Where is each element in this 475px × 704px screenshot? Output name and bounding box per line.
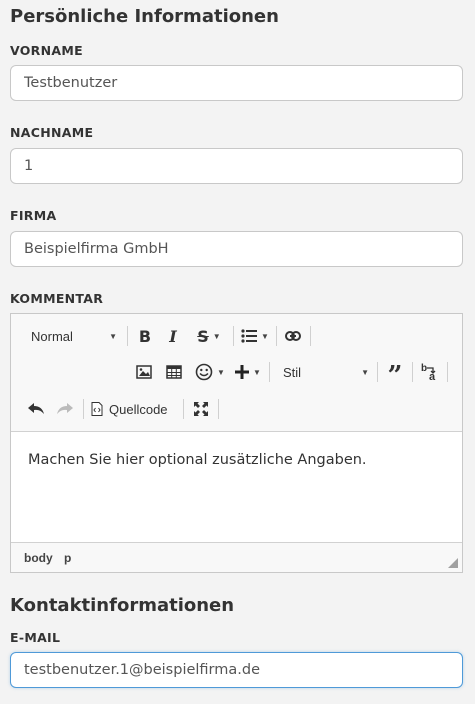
chevron-down-icon: ▼ xyxy=(212,331,221,341)
toolbar-divider xyxy=(447,362,448,382)
element-path-body[interactable]: body xyxy=(24,551,53,565)
editor-content-area[interactable]: Machen Sie hier optional zusätzliche Ang… xyxy=(11,431,462,543)
bold-icon: B xyxy=(138,326,152,346)
style-select-value: Stil xyxy=(283,364,302,380)
plus-icon xyxy=(235,365,250,379)
section-title-personal: Persönliche Informationen xyxy=(10,6,279,27)
format-select[interactable]: Normal ▼ xyxy=(31,326,117,346)
source-code-button[interactable]: Quellcode xyxy=(91,397,177,421)
email-label: E-MAIL xyxy=(10,630,61,645)
source-code-label: Quellcode xyxy=(109,401,168,417)
redo-button[interactable] xyxy=(53,397,77,421)
toolbar-divider xyxy=(83,399,84,419)
chevron-down-icon: ▼ xyxy=(109,331,117,341)
svg-text:b: b xyxy=(421,363,427,374)
editor-statusbar: body p xyxy=(11,543,462,572)
toolbar-divider xyxy=(127,326,128,346)
editor-content-text: Machen Sie hier optional zusätzliche Ang… xyxy=(28,452,367,468)
source-code-icon xyxy=(91,402,103,416)
maximize-button[interactable] xyxy=(189,397,213,421)
quote-icon: ” xyxy=(387,363,403,381)
toolbar-divider xyxy=(377,362,378,382)
lastname-input[interactable] xyxy=(10,148,463,184)
smiley-icon xyxy=(195,363,213,381)
firstname-label: VORNAME xyxy=(10,43,83,58)
link-icon xyxy=(285,331,301,341)
style-select[interactable]: Stil ▼ xyxy=(283,362,369,382)
table-button[interactable] xyxy=(162,360,186,384)
toolbar-divider xyxy=(218,399,219,419)
editor-toolbar: Normal ▼ B I S ▼ ▼ ▼ ▼ Stil ▼ ” b a Quel… xyxy=(11,314,462,431)
toolbar-divider xyxy=(310,326,311,346)
comment-label: KOMMENTAR xyxy=(10,291,104,306)
blockquote-button[interactable]: ” xyxy=(383,360,407,384)
strikethrough-icon: S xyxy=(197,326,209,346)
section-title-contact: Kontaktinformationen xyxy=(10,595,235,616)
insert-button[interactable]: ▼ xyxy=(232,360,264,384)
undo-icon xyxy=(27,402,45,416)
redo-icon xyxy=(56,402,74,416)
company-label: FIRMA xyxy=(10,208,57,223)
text-direction-button[interactable]: ba xyxy=(417,360,443,384)
comment-editor: Normal ▼ B I S ▼ ▼ ▼ ▼ Stil ▼ ” b a Quel… xyxy=(10,313,463,573)
italic-button[interactable]: I xyxy=(161,324,185,348)
company-input[interactable] xyxy=(10,231,463,267)
image-button[interactable] xyxy=(132,360,156,384)
element-path-p[interactable]: p xyxy=(64,551,71,565)
toolbar-divider xyxy=(276,326,277,346)
email-input[interactable] xyxy=(10,652,463,688)
italic-icon: I xyxy=(169,326,177,346)
toolbar-divider xyxy=(183,399,184,419)
chevron-down-icon: ▼ xyxy=(217,367,225,377)
toolbar-divider xyxy=(412,362,413,382)
toolbar-divider xyxy=(269,362,270,382)
chevron-down-icon: ▼ xyxy=(253,367,261,377)
strikethrough-button[interactable]: S ▼ xyxy=(191,324,227,348)
undo-button[interactable] xyxy=(24,397,48,421)
bold-button[interactable]: B xyxy=(133,324,157,348)
emoji-button[interactable]: ▼ xyxy=(192,360,228,384)
format-select-value: Normal xyxy=(31,328,73,344)
chevron-down-icon: ▼ xyxy=(261,331,269,341)
toolbar-divider xyxy=(233,326,234,346)
firstname-input[interactable] xyxy=(10,65,463,101)
table-icon xyxy=(166,365,182,379)
image-icon xyxy=(136,365,152,379)
resize-handle-icon[interactable] xyxy=(448,558,458,568)
chevron-down-icon: ▼ xyxy=(361,367,369,377)
list-button[interactable]: ▼ xyxy=(239,324,271,348)
text-direction-icon: ba xyxy=(420,362,440,382)
lastname-label: NACHNAME xyxy=(10,125,94,140)
link-button[interactable] xyxy=(281,324,305,348)
maximize-icon xyxy=(193,401,209,417)
bullet-list-icon xyxy=(241,329,258,343)
